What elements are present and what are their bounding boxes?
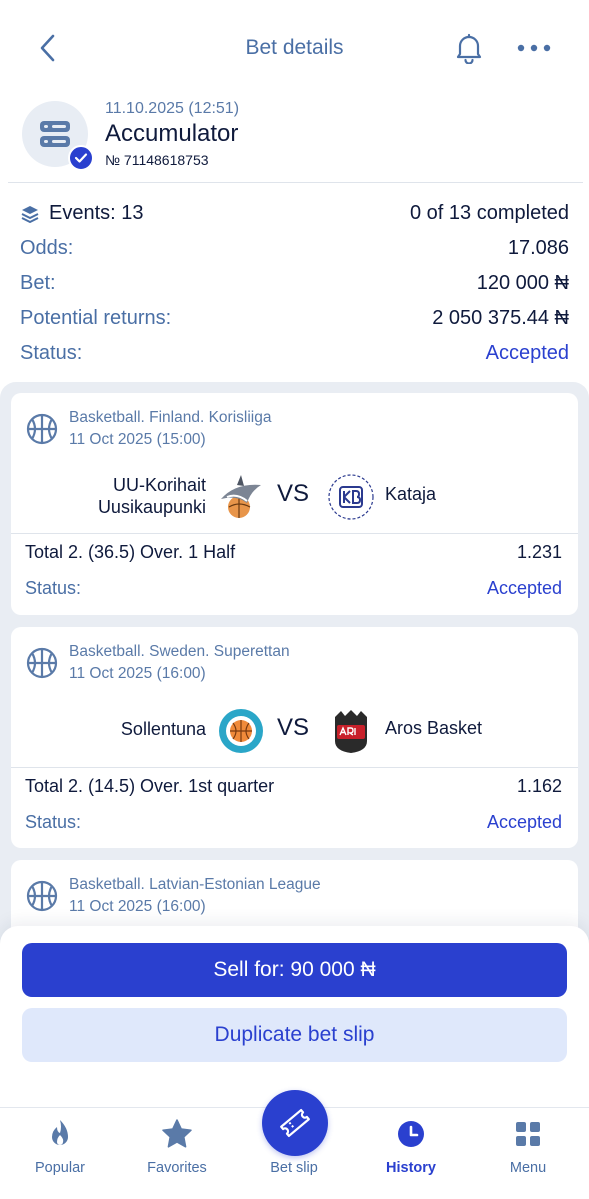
team1-name: UU-Korihait Uusikaupunki bbox=[97, 475, 206, 517]
header: Bet details bbox=[0, 0, 589, 96]
odd-value: 1.231 bbox=[516, 542, 562, 562]
grid-menu-icon bbox=[516, 1122, 540, 1146]
page-title: Bet details bbox=[245, 36, 344, 59]
more-button[interactable] bbox=[514, 32, 554, 64]
layers-icon bbox=[21, 205, 39, 223]
nav-bet-slip[interactable]: Bet slip bbox=[244, 1090, 344, 1184]
returns-value: 2 050 375.44 ₦ bbox=[432, 307, 569, 329]
bet-row: Bet: 120 000 ₦ bbox=[20, 266, 569, 301]
nav-label: History bbox=[386, 1160, 436, 1176]
kataja-logo-icon bbox=[328, 474, 374, 520]
flame-icon bbox=[52, 1120, 68, 1145]
aros-basket-logo-icon bbox=[335, 710, 367, 753]
market-label: Total 2. (14.5) Over. 1st quarter bbox=[25, 776, 275, 796]
status-badge: Accepted bbox=[485, 342, 569, 364]
bell-icon bbox=[456, 33, 482, 64]
status-row: Status: Accepted bbox=[20, 336, 569, 371]
bet-date: 11.10.2025 (12:51) bbox=[105, 100, 240, 117]
nav-favorites[interactable]: Favorites bbox=[127, 1114, 227, 1184]
event-card[interactable]: Basketball. Finland. Korisliiga 11 Oct 2… bbox=[11, 393, 578, 615]
bet-slip-fab[interactable] bbox=[262, 1090, 328, 1156]
event-date: 11 Oct 2025 (15:00) bbox=[69, 431, 206, 448]
vs-label: VS bbox=[277, 714, 310, 741]
teams-row: UU-Korihait Uusikaupunki VS Kataja bbox=[11, 469, 578, 525]
league-name: Basketball. Latvian-Estonian League bbox=[69, 876, 321, 893]
event-card[interactable]: Basketball. Sweden. Superettan 11 Oct 20… bbox=[11, 627, 578, 848]
basketball-icon bbox=[26, 647, 58, 679]
ticket-icon bbox=[280, 1108, 310, 1138]
nav-label: Menu bbox=[509, 1160, 547, 1176]
league-name: Basketball. Sweden. Superettan bbox=[69, 643, 290, 660]
star-icon bbox=[162, 1119, 192, 1148]
status-label: Status: bbox=[25, 578, 82, 598]
vs-label: VS bbox=[277, 480, 310, 507]
divider bbox=[8, 182, 583, 183]
odds-value: 17.086 bbox=[507, 237, 569, 259]
market-label: Total 2. (36.5) Over. 1 Half bbox=[25, 542, 236, 562]
odds-row: Odds: 17.086 bbox=[20, 231, 569, 266]
divider bbox=[11, 767, 578, 768]
divider bbox=[11, 533, 578, 534]
league-name: Basketball. Finland. Korisliiga bbox=[69, 409, 272, 426]
team1-name: Sollentuna bbox=[120, 719, 206, 739]
odds-label: Odds: bbox=[20, 237, 74, 259]
check-icon bbox=[68, 145, 94, 171]
status-badge: Accepted bbox=[486, 812, 562, 832]
odd-value: 1.162 bbox=[516, 776, 562, 796]
bet-number: № 71148618753 bbox=[105, 152, 209, 168]
teams-row: Sollentuna VS Aros Basket bbox=[11, 703, 578, 759]
event-date: 11 Oct 2025 (16:00) bbox=[69, 665, 206, 682]
nav-history[interactable]: History bbox=[361, 1114, 461, 1184]
events-completed: 0 of 13 completed bbox=[410, 202, 569, 224]
accumulator-icon bbox=[22, 101, 94, 171]
nav-menu[interactable]: Menu bbox=[478, 1114, 578, 1184]
events-count: Events: 13 bbox=[49, 202, 144, 224]
returns-label: Potential returns: bbox=[20, 307, 172, 329]
returns-row: Potential returns: 2 050 375.44 ₦ bbox=[20, 301, 569, 336]
events-row: Events: 13 0 of 13 completed bbox=[20, 196, 569, 231]
sell-button[interactable]: Sell for: 90 000 ₦ bbox=[22, 943, 567, 997]
bet-details: Events: 13 0 of 13 completed Odds: 17.08… bbox=[20, 196, 569, 371]
bottom-navigation: Popular Favorites Bet slip History Menu bbox=[0, 1090, 589, 1199]
nav-label: Popular bbox=[35, 1160, 85, 1176]
nav-popular[interactable]: Popular bbox=[10, 1114, 110, 1184]
bet-label: Bet: bbox=[20, 272, 56, 294]
clock-icon bbox=[398, 1121, 424, 1147]
status-label: Status: bbox=[25, 812, 82, 832]
notifications-button[interactable] bbox=[452, 30, 486, 66]
status-label: Status: bbox=[20, 342, 83, 364]
tureberg-logo-icon bbox=[219, 709, 263, 753]
duplicate-bet-slip-button[interactable]: Duplicate bet slip bbox=[22, 1008, 567, 1062]
bet-summary: 11.10.2025 (12:51) Accumulator № 7114861… bbox=[0, 96, 589, 182]
bet-amount: 120 000 ₦ bbox=[476, 272, 569, 294]
event-date: 11 Oct 2025 (16:00) bbox=[69, 898, 206, 915]
bet-type: Accumulator bbox=[105, 120, 239, 147]
shark-logo-icon bbox=[221, 475, 261, 518]
team2-name: Kataja bbox=[385, 484, 437, 504]
more-dots-icon bbox=[517, 44, 551, 52]
nav-label: Bet slip bbox=[270, 1160, 318, 1176]
nav-label: Favorites bbox=[147, 1160, 207, 1176]
basketball-icon bbox=[26, 413, 58, 445]
basketball-icon bbox=[26, 880, 58, 912]
status-badge: Accepted bbox=[486, 578, 562, 598]
team2-name: Aros Basket bbox=[385, 718, 483, 738]
